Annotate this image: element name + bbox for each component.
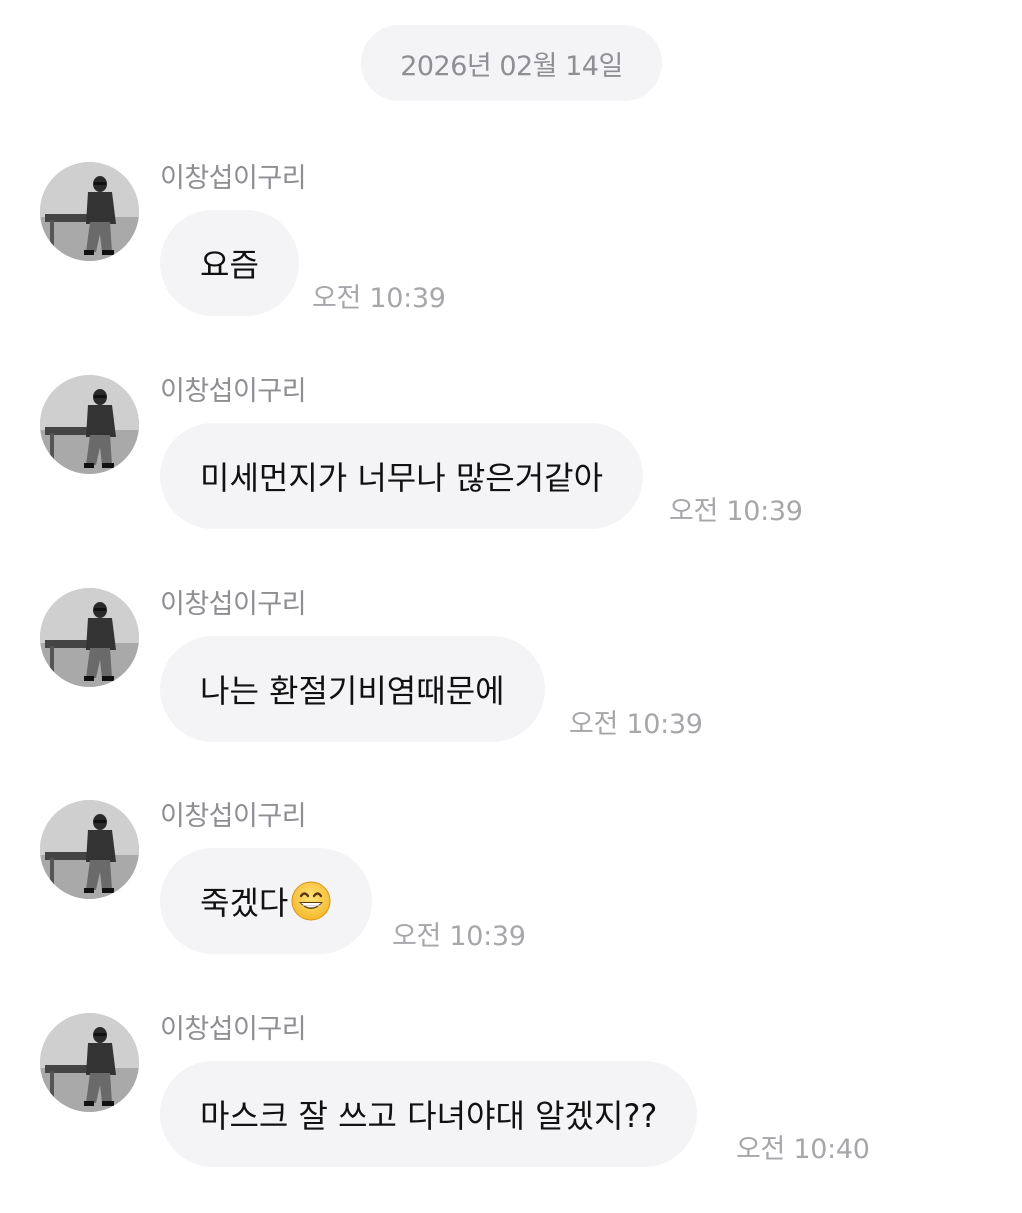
grinning-face-with-smiling-eyes-icon [290,880,332,922]
message-text: 요즘 [200,246,259,284]
sender-name: 이창섭이구리 [160,376,307,407]
message-time: 오전 10:39 [312,283,446,314]
message-bubble[interactable]: 미세먼지가 너무나 많은거같아 [160,423,644,529]
message-item: 이창섭이구리 나는 환절기비염때문에 오전 10:39 [0,588,1022,788]
message-text: 마스크 잘 쓰고 다녀야대 알겠지?? [200,1097,658,1135]
sender-avatar[interactable] [40,588,139,687]
sender-name: 이창섭이구리 [160,163,307,194]
message-item: 이창섭이구리 요즘 오전 10:39 [0,162,1022,362]
sender-avatar[interactable] [40,375,139,474]
sender-name: 이창섭이구리 [160,1014,307,1045]
message-time: 오전 10:39 [392,921,526,952]
message-bubble[interactable]: 마스크 잘 쓰고 다녀야대 알겠지?? [160,1061,698,1167]
message-item: 이창섭이구리 죽겠다 오전 10:39 [0,800,1022,1000]
sender-avatar[interactable] [40,800,139,899]
message-time: 오전 10:39 [569,709,703,740]
sender-avatar[interactable] [40,1013,139,1112]
message-text: 미세먼지가 너무나 많은거같아 [200,459,604,497]
sender-avatar[interactable] [40,162,139,261]
message-item: 이창섭이구리 미세먼지가 너무나 많은거같아 오전 10:39 [0,375,1022,575]
sender-name: 이창섭이구리 [160,801,307,832]
message-bubble[interactable]: 죽겠다 [160,848,373,954]
message-text: 나는 환절기비염때문에 [200,672,505,710]
message-bubble[interactable]: 나는 환절기비염때문에 [160,636,545,742]
date-separator: 2026년 02월 14일 [361,25,662,101]
date-label: 2026년 02월 14일 [400,50,623,82]
message-time: 오전 10:39 [669,496,803,527]
message-bubble[interactable]: 요즘 [160,210,299,316]
message-time: 오전 10:40 [736,1134,870,1165]
sender-name: 이창섭이구리 [160,589,307,620]
message-item: 이창섭이구리 마스크 잘 쓰고 다녀야대 알겠지?? 오전 10:40 [0,1013,1022,1213]
message-text: 죽겠다 [200,884,289,922]
